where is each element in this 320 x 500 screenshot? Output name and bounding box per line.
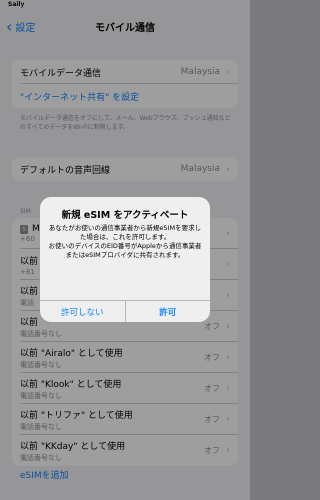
alert-message: あなたがお使いの通信事業者から新規eSIMを要求した場合は、これを許可します。 …	[48, 224, 202, 260]
alert-message-line-1: あなたがお使いの通信事業者から新規eSIMを要求した場合は、これを許可します。	[48, 224, 202, 241]
alert-message-line-2: お使いのデバイスのEID番号がAppleから通信事業者またはeSIMプロバイダに…	[48, 242, 202, 259]
allow-button[interactable]: 許可	[126, 301, 211, 322]
alert-buttons: 許可しない 許可	[40, 300, 210, 322]
activate-esim-alert: 新規 eSIM をアクティベート あなたがお使いの通信事業者から新規eSIMを要…	[40, 197, 210, 322]
alert-title: 新規 eSIM をアクティベート	[61, 210, 189, 221]
deny-button[interactable]: 許可しない	[40, 301, 126, 322]
